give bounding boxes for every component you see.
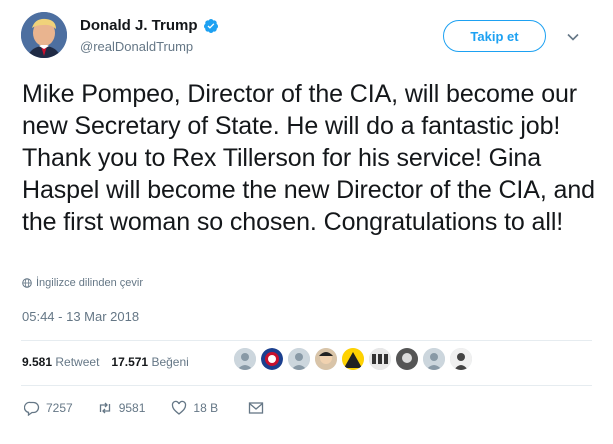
follow-button[interactable]: Takip et	[443, 20, 546, 52]
like-stat[interactable]: 17.571 Beğeni	[111, 355, 188, 369]
author-avatar[interactable]	[21, 12, 67, 58]
retweet-stat-label: Retweet	[55, 355, 100, 369]
liker-avatar[interactable]	[288, 348, 310, 370]
liker-avatar[interactable]	[234, 348, 256, 370]
tweet-text: Mike Pompeo, Director of the CIA, will b…	[22, 80, 595, 236]
liker-avatar[interactable]	[369, 348, 391, 370]
retweet-icon	[99, 402, 110, 414]
retweet-count: 9.581	[22, 355, 53, 369]
globe-icon	[22, 278, 32, 288]
liker-avatar[interactable]	[342, 348, 364, 370]
liker-avatar[interactable]	[315, 348, 337, 370]
message-icon	[248, 402, 264, 414]
liker-avatar[interactable]	[423, 348, 445, 370]
reply-count: 7257	[46, 401, 73, 415]
reply-icon	[24, 401, 40, 416]
liker-avatar[interactable]	[261, 348, 283, 370]
author-handle[interactable]: @realDonaldTrump	[80, 39, 193, 54]
translate-label[interactable]: İngilizce dilinden çevir	[36, 277, 143, 289]
liker-avatar[interactable]	[450, 348, 472, 370]
liker-avatar[interactable]	[396, 348, 418, 370]
chevron-down-icon[interactable]	[566, 30, 580, 44]
divider	[21, 340, 592, 341]
tweet-timestamp[interactable]: 05:44 - 13 Mar 2018	[22, 309, 139, 324]
author-display-name[interactable]: Donald J. Trump	[80, 17, 198, 34]
retweet-action-count: 9581	[118, 401, 146, 415]
like-icon	[172, 400, 187, 415]
author-name[interactable]: Donald J. Trump	[80, 17, 219, 34]
like-button[interactable]: 18 B	[171, 400, 218, 416]
engagement-stats: 9.581 Retweet 17.571 Beğeni	[22, 355, 189, 369]
divider	[21, 385, 592, 386]
like-stat-label: Beğeni	[151, 355, 189, 369]
retweet-stat[interactable]: 9.581 Retweet	[22, 355, 99, 369]
reply-button[interactable]: 7257	[24, 400, 73, 416]
like-action-count: 18 B	[193, 401, 219, 415]
liker-avatars	[234, 348, 472, 370]
tweet-actions: 7257 9581 18 B	[22, 400, 264, 416]
verified-badge-icon	[203, 18, 218, 33]
message-button[interactable]	[248, 400, 264, 416]
like-count: 17.571	[111, 355, 149, 369]
retweet-button[interactable]: 9581	[97, 400, 146, 416]
translate-link[interactable]: İngilizce dilinden çevir	[22, 277, 143, 289]
